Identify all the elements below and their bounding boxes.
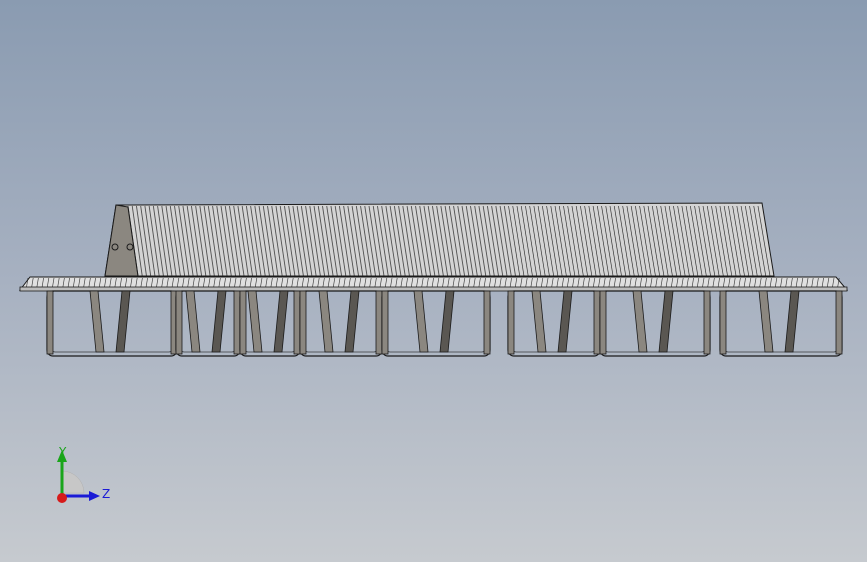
leg-brace bbox=[557, 290, 573, 353]
cad-viewport[interactable]: Y Z bbox=[0, 0, 867, 562]
leg-brace bbox=[632, 290, 648, 353]
leg-brace bbox=[247, 290, 263, 353]
leg-frame bbox=[175, 290, 241, 357]
axis-triad[interactable]: Y Z bbox=[40, 436, 120, 516]
leg-post bbox=[239, 290, 247, 355]
leg-post bbox=[719, 290, 727, 355]
bench-model[interactable] bbox=[0, 0, 867, 562]
leg-frame-inner bbox=[303, 290, 379, 353]
leg-post bbox=[507, 290, 515, 355]
leg-brace bbox=[784, 290, 800, 353]
leg-frame bbox=[599, 290, 711, 357]
leg-brace bbox=[658, 290, 674, 353]
z-axis-label: Z bbox=[102, 487, 110, 501]
leg-frame-inner bbox=[723, 290, 839, 353]
leg-post bbox=[483, 290, 491, 355]
backrest bbox=[104, 202, 775, 277]
leg-frame bbox=[299, 290, 383, 357]
x-axis-origin-icon bbox=[57, 493, 67, 503]
leg-brace bbox=[211, 290, 227, 353]
z-axis-arrow bbox=[89, 491, 100, 501]
leg-post bbox=[703, 290, 711, 355]
leg-frame bbox=[381, 290, 491, 357]
y-axis-label: Y bbox=[58, 445, 67, 459]
leg-frame bbox=[507, 290, 601, 357]
leg-brace bbox=[439, 290, 455, 353]
leg-post bbox=[599, 290, 607, 355]
leg-brace bbox=[115, 290, 131, 353]
leg-brace bbox=[273, 290, 289, 353]
leg-frame-inner bbox=[511, 290, 597, 353]
leg-post bbox=[835, 290, 843, 355]
leg-post bbox=[375, 290, 383, 355]
leg-brace bbox=[531, 290, 547, 353]
leg-post bbox=[593, 290, 601, 355]
leg-post bbox=[233, 290, 241, 355]
leg-frame-inner bbox=[385, 290, 487, 353]
leg-frame-inner bbox=[50, 290, 174, 353]
leg-post bbox=[299, 290, 307, 355]
leg-brace bbox=[758, 290, 774, 353]
leg-frames bbox=[46, 290, 843, 357]
leg-brace bbox=[89, 290, 105, 353]
leg-post bbox=[381, 290, 389, 355]
triad-quadrant bbox=[61, 470, 85, 494]
leg-brace bbox=[413, 290, 429, 353]
leg-frame bbox=[46, 290, 178, 357]
leg-post bbox=[293, 290, 301, 355]
seat bbox=[18, 276, 849, 292]
leg-frame bbox=[719, 290, 843, 357]
leg-post bbox=[175, 290, 183, 355]
leg-brace bbox=[185, 290, 201, 353]
leg-brace bbox=[318, 290, 334, 353]
leg-brace bbox=[344, 290, 360, 353]
leg-post bbox=[46, 290, 54, 355]
leg-frame-inner bbox=[603, 290, 707, 353]
